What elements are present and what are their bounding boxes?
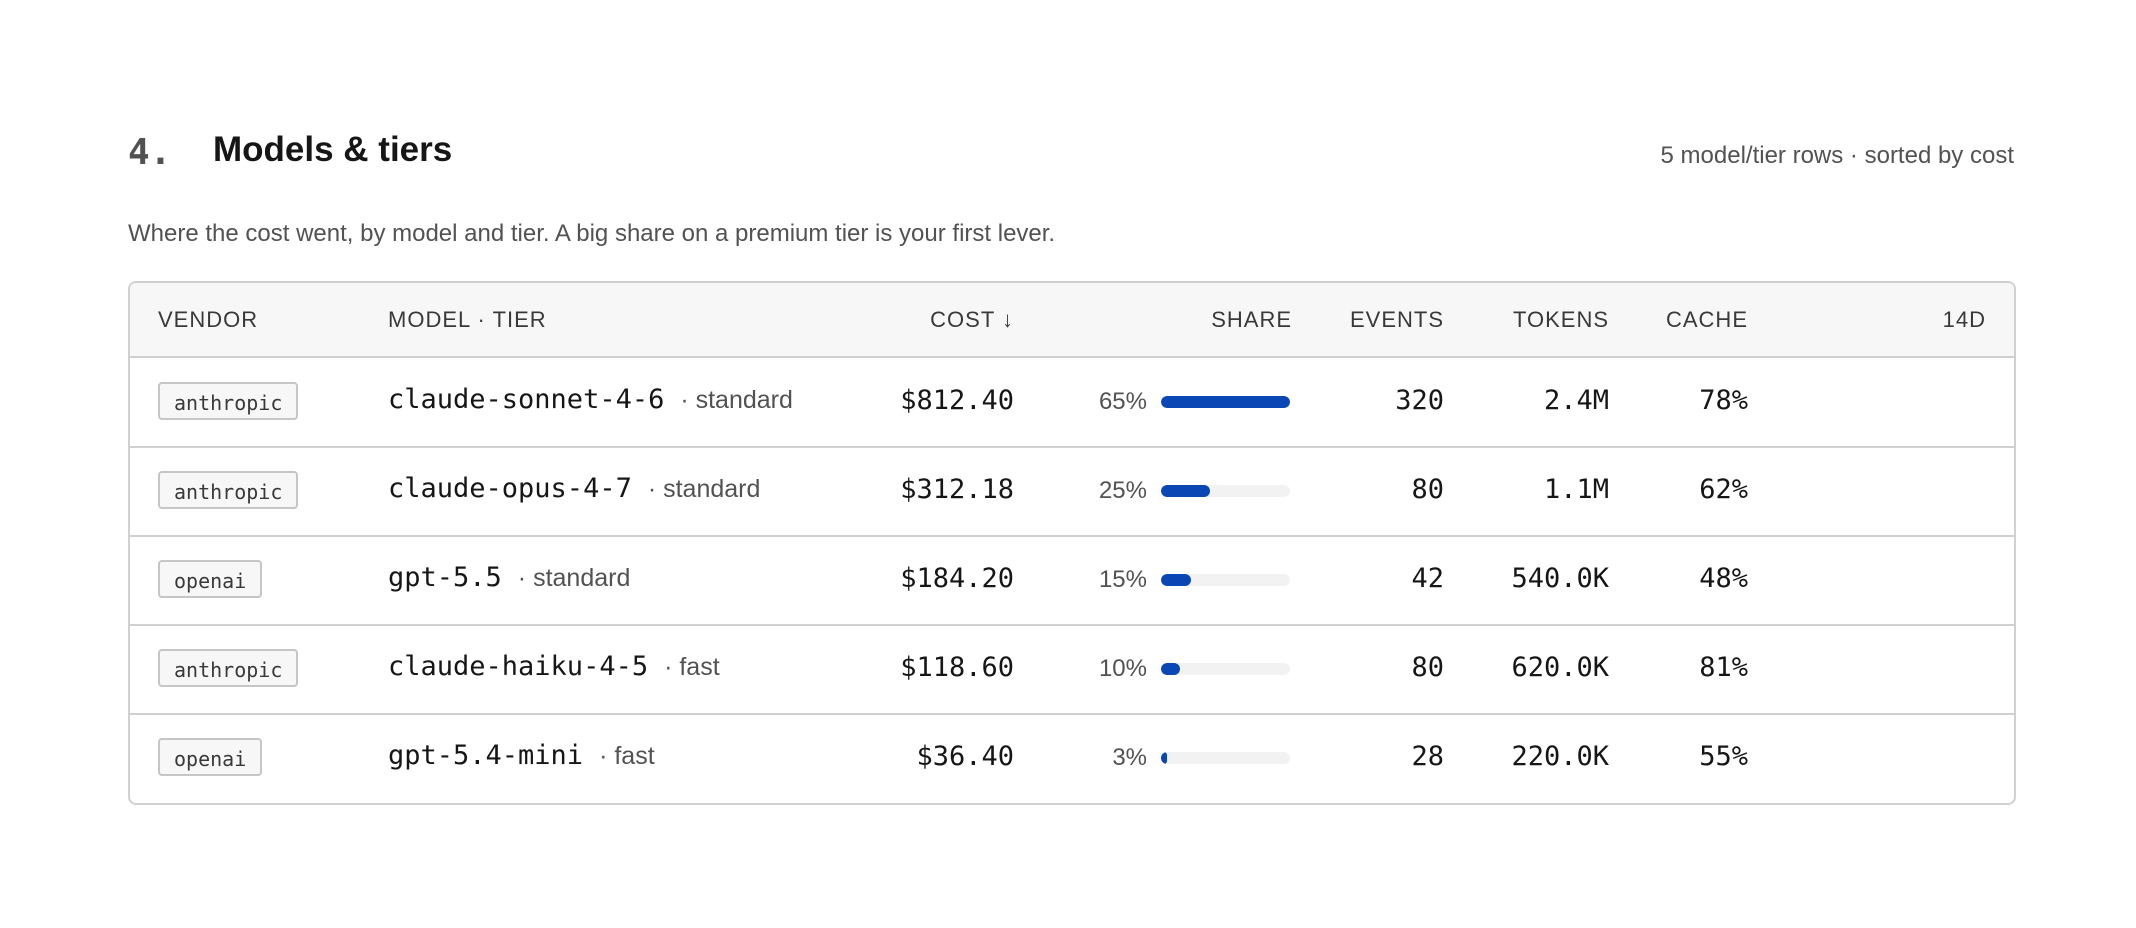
share-bar [1161, 396, 1290, 408]
tier-label: · standard [680, 386, 793, 414]
share-percent: 65% [1098, 388, 1147, 415]
section-number: 4. [128, 132, 172, 173]
header-vendor[interactable]: VENDOR [158, 307, 258, 333]
share-bar-fill [1161, 574, 1191, 586]
tokens-value: 620.0K [1511, 652, 1609, 683]
vendor-badge: openai [158, 560, 263, 598]
share-bar-fill [1161, 396, 1290, 408]
cache-value: 55% [1699, 741, 1748, 772]
header-cache[interactable]: CACHE [1666, 307, 1748, 333]
share-bar [1161, 574, 1290, 586]
model-tier-cell: gpt-5.4-mini · fast [388, 740, 655, 771]
model-name: gpt-5.5 [388, 562, 502, 593]
model-name: gpt-5.4-mini [388, 740, 584, 771]
header-model-tier[interactable]: MODEL · TIER [388, 307, 547, 333]
header-events[interactable]: EVENTS [1350, 307, 1444, 333]
tokens-value: 220.0K [1511, 741, 1609, 772]
share-bar-fill [1161, 663, 1181, 675]
section-title: Models & tiers [213, 130, 453, 169]
header-share[interactable]: SHARE [1211, 307, 1292, 333]
model-name: claude-opus-4-7 [388, 473, 632, 504]
cost-value: $184.20 [900, 563, 1014, 594]
share-bar [1161, 485, 1290, 497]
tier-label: · standard [647, 475, 761, 503]
share-bar [1161, 752, 1290, 764]
header-14d[interactable]: 14D [1943, 307, 1986, 333]
events-value: 80 [1411, 474, 1444, 505]
cache-value: 78% [1699, 385, 1748, 416]
events-value: 80 [1411, 652, 1444, 683]
vendor-badge: anthropic [158, 649, 299, 687]
share-percent: 3% [1112, 744, 1147, 771]
model-tier-cell: claude-opus-4-7 · standard [388, 473, 760, 504]
table-row[interactable]: anthropic claude-opus-4-7 · standard $312… [130, 447, 2014, 537]
share-bar-fill [1161, 485, 1211, 497]
cost-value: $118.60 [900, 652, 1014, 683]
tier-label: · fast [664, 653, 720, 681]
section-description: Where the cost went, by model and tier. … [128, 220, 1056, 247]
tokens-value: 540.0K [1511, 563, 1609, 594]
cost-value: $36.40 [916, 741, 1014, 772]
share-percent: 25% [1098, 477, 1147, 504]
vendor-badge: openai [158, 738, 263, 776]
events-value: 28 [1411, 741, 1444, 772]
model-tier-cell: gpt-5.5 · standard [388, 562, 630, 593]
tokens-value: 2.4M [1543, 385, 1609, 416]
section-meta: 5 model/tier rows · sorted by cost [1660, 142, 2014, 169]
cost-value: $312.18 [900, 474, 1014, 505]
cache-value: 48% [1699, 563, 1748, 594]
table-row[interactable]: anthropic claude-haiku-4-5 · fast $118.60… [130, 625, 2014, 715]
tier-label: · fast [599, 742, 655, 770]
model-tier-cell: claude-sonnet-4-6 · standard [388, 384, 793, 415]
events-value: 42 [1411, 563, 1444, 594]
tier-label: · standard [517, 564, 631, 592]
models-table: VENDOR MODEL · TIER COST ↓ SHARE EVENTS … [128, 281, 2016, 805]
model-tier-cell: claude-haiku-4-5 · fast [388, 651, 720, 682]
share-percent: 10% [1098, 655, 1147, 682]
share-bar [1161, 663, 1290, 675]
events-value: 320 [1395, 385, 1444, 416]
vendor-badge: anthropic [158, 382, 299, 420]
tokens-value: 1.1M [1543, 474, 1609, 505]
vendor-badge: anthropic [158, 471, 299, 509]
header-cost[interactable]: COST ↓ [930, 307, 1014, 333]
table-row[interactable]: anthropic claude-sonnet-4-6 · standard $8… [130, 358, 2014, 448]
table-row[interactable]: openai gpt-5.5 · standard $184.20 15% 42 … [130, 536, 2014, 626]
table-row[interactable]: openai gpt-5.4-mini · fast $36.40 3% 28 2… [130, 714, 2014, 802]
model-name: claude-sonnet-4-6 [388, 384, 665, 415]
share-bar-fill [1161, 752, 1168, 764]
model-name: claude-haiku-4-5 [388, 651, 649, 682]
header-tokens[interactable]: TOKENS [1513, 307, 1609, 333]
cache-value: 81% [1699, 652, 1748, 683]
cache-value: 62% [1699, 474, 1748, 505]
share-percent: 15% [1098, 566, 1147, 593]
cost-value: $812.40 [900, 385, 1014, 416]
section-header: 4. Models & tiers 5 model/tier rows · so… [128, 126, 2014, 186]
table-header: VENDOR MODEL · TIER COST ↓ SHARE EVENTS … [130, 283, 2014, 358]
